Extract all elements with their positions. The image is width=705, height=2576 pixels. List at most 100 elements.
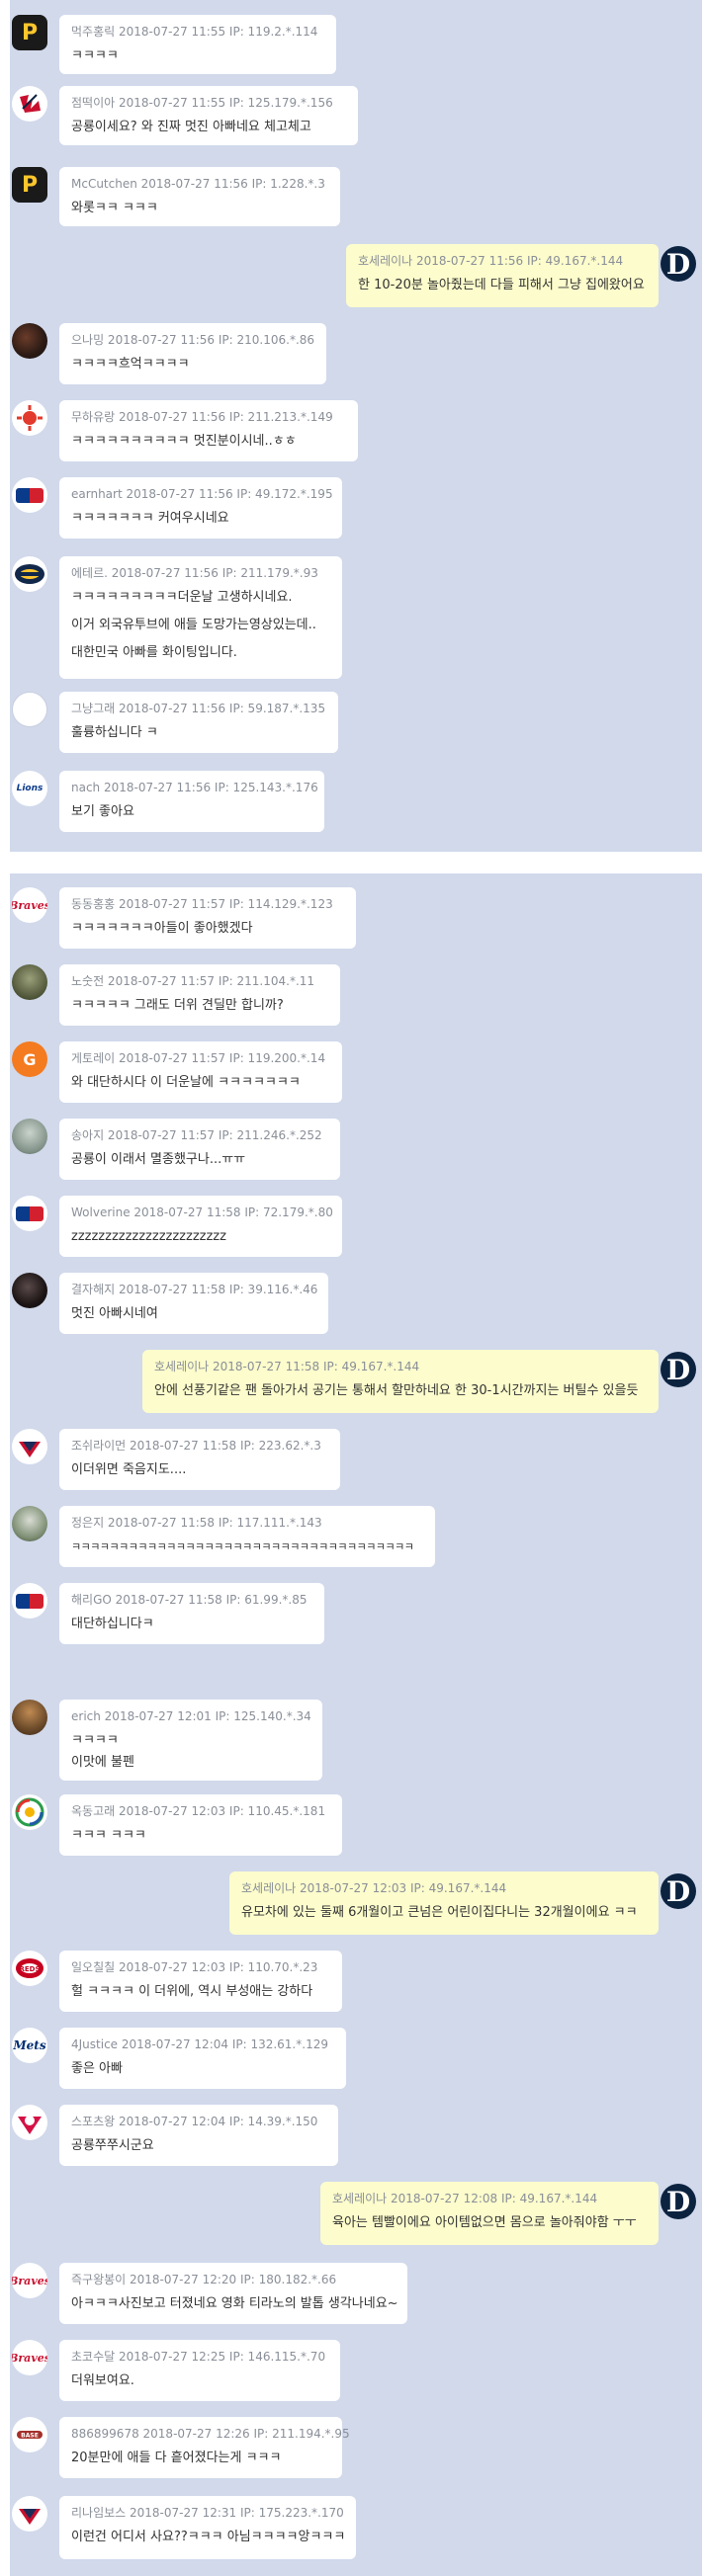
comment-text: 대단하십니다ㅋ xyxy=(71,1617,154,1631)
profile-photo-avatar xyxy=(12,1273,47,1308)
comment-meta: 옥동고래 2018-07-27 12:03 IP: 110.45.*.181 xyxy=(71,1804,326,1818)
comment-meta: 송아지 2018-07-27 11:57 IP: 211.246.*.252 xyxy=(71,1128,322,1142)
comment-text: 더워보여요. xyxy=(71,2373,134,2388)
comment-bubble: Wolverine 2018-07-27 11:58 IP: 72.179.*.… xyxy=(59,1196,342,1257)
wbc-icon xyxy=(12,1794,47,1830)
comment-meta: nach 2018-07-27 11:56 IP: 125.143.*.176 xyxy=(71,781,318,794)
default-avatar xyxy=(12,692,47,727)
comment-bubble: 점떡이아 2018-07-27 11:55 IP: 125.179.*.156 … xyxy=(59,86,358,145)
profile-photo-avatar xyxy=(12,323,47,359)
comment-meta: 노숫전 2018-07-27 11:57 IP: 211.104.*.11 xyxy=(71,974,315,988)
profile-photo-avatar xyxy=(12,1700,47,1735)
red-sox-icon xyxy=(12,86,47,122)
braves-icon: Braves xyxy=(12,887,47,923)
team-logo-icon: BASE xyxy=(12,2417,47,2452)
pirates-p-icon: P xyxy=(12,15,47,50)
twins-icon xyxy=(12,2105,47,2140)
comment-bubble: 4Justice 2018-07-27 12:04 IP: 132.61.*.1… xyxy=(59,2028,346,2089)
comment-text: ㅋㅋㅋㅋ xyxy=(71,1733,119,1748)
comment-bubble: 결자해지 2018-07-27 11:58 IP: 39.116.*.46 멋진… xyxy=(59,1273,328,1334)
reds-icon: REDS xyxy=(12,1951,47,1986)
comment-text: 대한민국 아빠를 화이팅입니다. xyxy=(71,645,237,660)
mlb-logo-icon xyxy=(12,1196,47,1231)
pirates-p-icon: P xyxy=(12,167,47,203)
comment-meta: 4Justice 2018-07-27 12:04 IP: 132.61.*.1… xyxy=(71,2037,328,2051)
comment-bubble: 게토레이 2018-07-27 11:57 IP: 119.200.*.14 와… xyxy=(59,1041,342,1103)
comment-bubble: 무하유랑 2018-07-27 11:56 IP: 211.213.*.149 … xyxy=(59,400,358,461)
comment-meta: 그냥그래 2018-07-27 11:56 IP: 59.187.*.135 xyxy=(71,702,326,715)
comment-bubble: 조쉬라이먼 2018-07-27 11:58 IP: 223.62.*.3 이더… xyxy=(59,1429,340,1490)
comment-meta: 리나임보스 2018-07-27 12:31 IP: 175.223.*.170 xyxy=(71,2506,344,2520)
comment-bubble: 그냥그래 2018-07-27 11:56 IP: 59.187.*.135 훌… xyxy=(59,692,338,753)
comment-meta: McCutchen 2018-07-27 11:56 IP: 1.228.*.3 xyxy=(71,177,325,191)
comment-panel-1: P 먹주홍릭 2018-07-27 11:55 IP: 119.2.*.114 … xyxy=(10,0,702,852)
comment-text: ㅋㅋㅋ ㅋㅋㅋ xyxy=(71,1828,146,1843)
comment-bubble: 정은지 2018-07-27 11:58 IP: 117.111.*.143 ㅋ… xyxy=(59,1506,435,1567)
mlb-logo-icon xyxy=(12,1583,47,1619)
comment-bubble-self: 호세레이나 2018-07-27 11:58 IP: 49.167.*.144 … xyxy=(142,1350,659,1413)
comment-text: ㅋㅋㅋㅋㅋ 그래도 더위 견딜만 합니까? xyxy=(71,998,284,1013)
comment-bubble: erich 2018-07-27 12:01 IP: 125.140.*.34 … xyxy=(59,1700,322,1781)
mets-icon: Mets xyxy=(12,2028,47,2063)
comment-text: 공룡이세요? 와 진짜 멋진 아빠네요 체고체고 xyxy=(71,120,311,134)
comment-text: 좋은 아빠 xyxy=(71,2061,123,2076)
comment-text: zzzzzzzzzzzzzzzzzzzzzzz xyxy=(71,1229,226,1244)
comment-meta: 무하유랑 2018-07-27 11:56 IP: 211.213.*.149 xyxy=(71,410,333,424)
comment-text: ㅋㅋㅋㅋㅋㅋㅋ 커여우시네요 xyxy=(71,511,229,526)
sun-logo-icon xyxy=(12,400,47,436)
comment-text: 공룡이 이래서 멸종했구나...ㅠㅠ xyxy=(71,1152,246,1167)
comment-text: 이더위면 죽음지도.... xyxy=(71,1462,187,1477)
comment-text: 이거 외국유투브에 애들 도망가는영상있는데.. xyxy=(71,618,316,632)
comment-panel-2: Braves 동동홍홍 2018-07-27 11:57 IP: 114.129… xyxy=(10,873,702,1684)
comment-text: ㅋㅋㅋㅋㅋㅋㅋ아들이 좋아했겠다 xyxy=(71,921,253,936)
comment-text: 와 대단하시다 이 더운날에 ㅋㅋㅋㅋㅋㅋㅋ xyxy=(71,1075,301,1090)
profile-photo-avatar xyxy=(12,964,47,1000)
comment-panel-3: erich 2018-07-27 12:01 IP: 125.140.*.34 … xyxy=(10,1684,702,2576)
comment-bubble: 스포츠왕 2018-07-27 12:04 IP: 14.39.*.150 공룡… xyxy=(59,2105,338,2166)
comment-text: ㅋㅋㅋㅋㅋㅋㅋㅋㅋㅋㅋㅋㅋㅋㅋㅋㅋㅋㅋㅋㅋㅋㅋㅋㅋㅋㅋㅋㅋㅋㅋㅋㅋㅋㅋㅋ xyxy=(71,1540,414,1553)
profile-photo-avatar xyxy=(12,1119,47,1154)
comment-text: 멋진 아빠시네여 xyxy=(71,1306,158,1321)
comment-bubble: 으나밍 2018-07-27 11:56 IP: 210.106.*.86 ㅋㅋ… xyxy=(59,323,326,384)
comment-meta: 호세레이나 2018-07-27 12:03 IP: 49.167.*.144 xyxy=(241,1881,507,1895)
comment-bubble: 노숫전 2018-07-27 11:57 IP: 211.104.*.11 ㅋㅋ… xyxy=(59,964,340,1026)
comment-text: 이런건 어디서 사요??ㅋㅋㅋ 아님ㅋㅋㅋㅋ앙ㅋㅋㅋ xyxy=(71,2530,346,2544)
comment-bubble: 일오칠칠 2018-07-27 12:03 IP: 110.70.*.23 헐 … xyxy=(59,1951,342,2012)
braves-icon: Braves xyxy=(12,2340,47,2375)
comment-bubble: nach 2018-07-27 11:56 IP: 125.143.*.176 … xyxy=(59,771,324,832)
comment-meta: 점떡이아 2018-07-27 11:55 IP: 125.179.*.156 xyxy=(71,96,333,110)
comment-meta: 호세레이나 2018-07-27 11:58 IP: 49.167.*.144 xyxy=(154,1360,420,1373)
comment-text: 이맛에 불펜 xyxy=(71,1755,134,1770)
comment-meta: 호세레이나 2018-07-27 11:56 IP: 49.167.*.144 xyxy=(358,254,624,268)
comment-text: ㅋㅋㅋㅋㅋㅋㅋㅋㅋ더운날 고생하시네요. xyxy=(71,590,293,605)
comment-text: ㅋㅋㅋㅋ흐억ㅋㅋㅋㅋ xyxy=(71,357,190,372)
comment-text: 20분만에 애들 다 흩어졌다는게 ㅋㅋㅋ xyxy=(71,2451,282,2465)
comment-bubble: 즉구왕봉이 2018-07-27 12:20 IP: 180.182.*.66 … xyxy=(59,2263,407,2324)
comment-bubble: 동동홍홍 2018-07-27 11:57 IP: 114.129.*.123 … xyxy=(59,887,356,949)
comment-meta: 에테르. 2018-07-27 11:56 IP: 211.179.*.93 xyxy=(71,566,318,580)
comment-text: 한 10-20분 놀아줬는데 다들 피해서 그냥 집에왔어요 xyxy=(358,278,645,292)
comment-meta: 조쉬라이먼 2018-07-27 11:58 IP: 223.62.*.3 xyxy=(71,1439,321,1453)
comment-bubble-self: 호세레이나 2018-07-27 12:08 IP: 49.167.*.144 … xyxy=(320,2182,659,2245)
comment-meta: 스포츠왕 2018-07-27 12:04 IP: 14.39.*.150 xyxy=(71,2115,318,2128)
comment-text: 와롯ㅋㅋ ㅋㅋㅋ xyxy=(71,201,158,215)
comment-meta: 초코수달 2018-07-27 12:25 IP: 146.115.*.70 xyxy=(71,2350,326,2364)
comment-meta: 게토레이 2018-07-27 11:57 IP: 119.200.*.14 xyxy=(71,1051,326,1065)
comment-text: 보기 좋아요 xyxy=(71,804,134,819)
tigers-d-icon: D xyxy=(661,1873,696,1909)
comment-meta: Wolverine 2018-07-27 11:58 IP: 72.179.*.… xyxy=(71,1205,333,1219)
comment-bubble: 리나임보스 2018-07-27 12:31 IP: 175.223.*.170… xyxy=(59,2496,356,2559)
comment-meta: 결자해지 2018-07-27 11:58 IP: 39.116.*.46 xyxy=(71,1283,318,1296)
comment-bubble-self: 호세레이나 2018-07-27 11:56 IP: 49.167.*.144 … xyxy=(346,244,659,307)
svg-text:REDS: REDS xyxy=(19,1965,40,1973)
comment-bubble: 송아지 2018-07-27 11:57 IP: 211.246.*.252 공… xyxy=(59,1119,340,1180)
comment-bubble: 초코수달 2018-07-27 12:25 IP: 146.115.*.70 더… xyxy=(59,2340,340,2401)
comment-bubble-self: 호세레이나 2018-07-27 12:03 IP: 49.167.*.144 … xyxy=(229,1871,659,1935)
comment-text: 안에 선풍기같은 팬 돌아가서 공기는 통해서 할만하네요 한 30-1시간까지… xyxy=(154,1383,639,1398)
comment-text: 아ㅋㅋㅋ사진보고 터졌네요 영화 티라노의 발톱 생각나네요~ xyxy=(71,2296,398,2311)
comment-meta: 일오칠칠 2018-07-27 12:03 IP: 110.70.*.23 xyxy=(71,1960,318,1974)
comment-text: 육아는 템빨이에요 아이템없으면 몸으로 놀아줘야함 ㅜㅜ xyxy=(332,2215,637,2230)
comment-bubble: 해리GO 2018-07-27 11:58 IP: 61.99.*.85 대단하… xyxy=(59,1583,324,1644)
comment-text: 헐 ㅋㅋㅋㅋ 이 더위에, 역시 부성애는 강하다 xyxy=(71,1984,313,1999)
comment-bubble: 886899678 2018-07-27 12:26 IP: 211.194.*… xyxy=(59,2417,350,2478)
